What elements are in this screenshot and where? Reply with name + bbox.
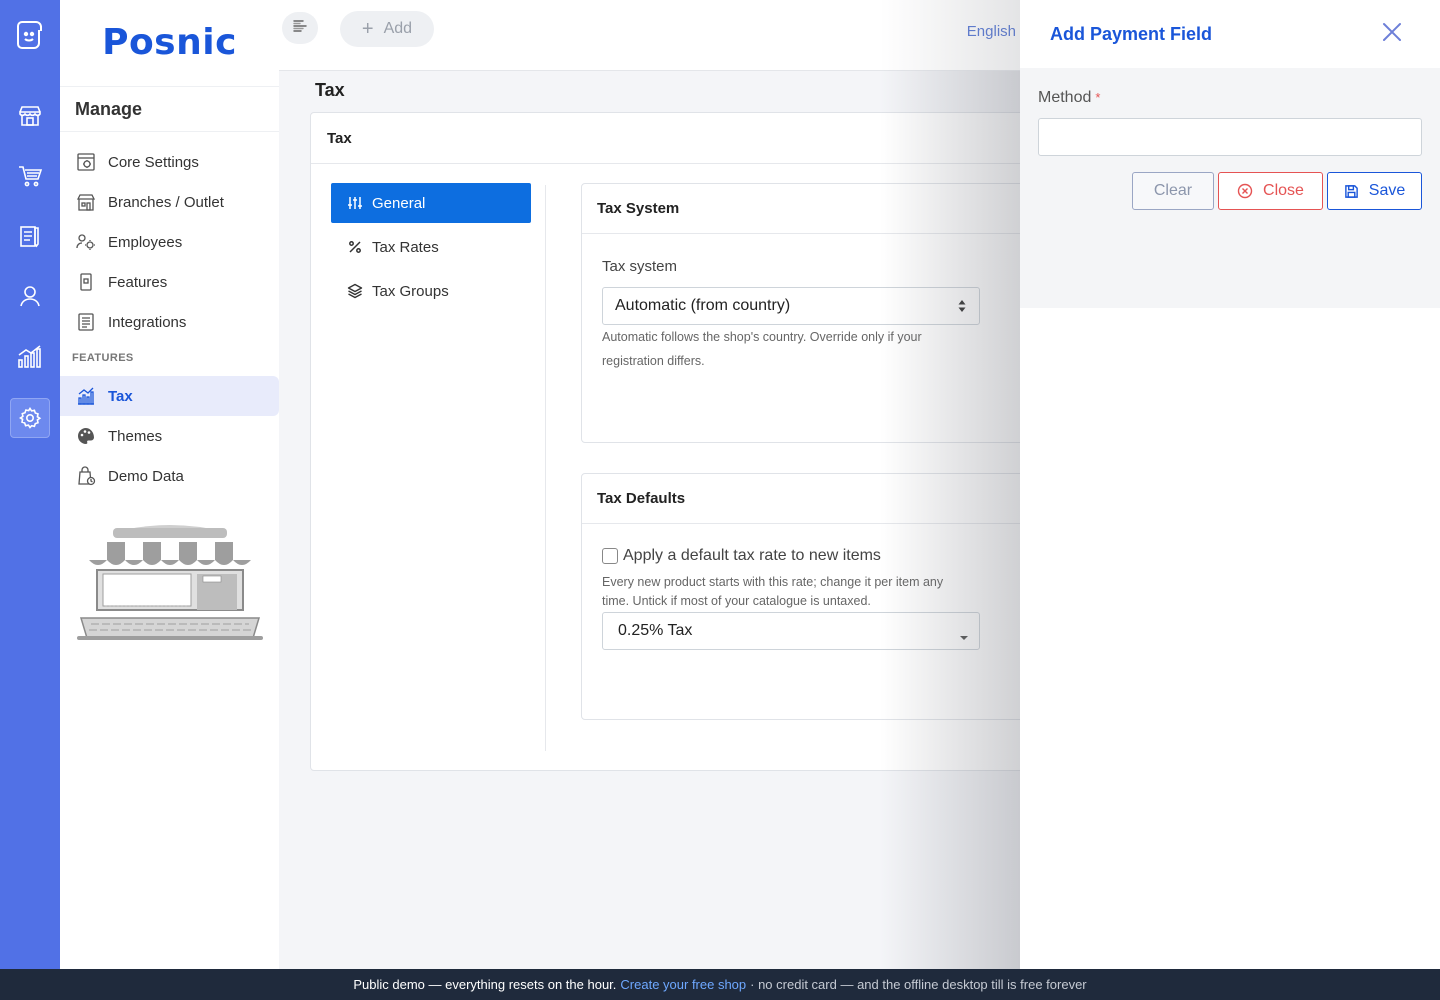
tax-system-card: Tax System Tax system Automatic (from co…: [581, 183, 1061, 443]
footer-tail-text: · no credit card — and the offline deskt…: [750, 977, 1087, 992]
menu-item-tax[interactable]: Tax: [60, 376, 279, 416]
menu-item-label: Features: [108, 273, 168, 291]
menu-item-themes[interactable]: Themes: [60, 416, 279, 456]
menu-lines-icon: [291, 17, 309, 40]
save-button[interactable]: Save: [1327, 172, 1422, 210]
tab-tax-rates[interactable]: Tax Rates: [331, 227, 531, 267]
save-button-label: Save: [1368, 182, 1406, 199]
sliders-icon: [347, 195, 363, 211]
menu-item-label: Employees: [108, 233, 183, 251]
tab-label: Tax Groups: [372, 282, 449, 300]
tax-defaults-card: Tax Defaults Apply a default tax rate to…: [581, 473, 1061, 720]
tax-system-select[interactable]: Automatic (from country): [602, 287, 980, 325]
close-icon[interactable]: [1380, 20, 1404, 44]
shop-illustration: [75, 514, 265, 649]
default-tax-rate-selected: 0.25% Tax: [618, 622, 693, 639]
tax-defaults-title: Tax Defaults: [582, 474, 1060, 524]
sidebar-toggle-button[interactable]: [282, 12, 318, 44]
drawer-header: Add Payment Field: [1020, 0, 1440, 68]
clear-button-label: Clear: [1153, 182, 1193, 199]
layers-icon: [347, 283, 363, 299]
tax-defaults-help: Every new product starts with this rate;…: [602, 575, 944, 608]
palette-icon: [75, 425, 97, 447]
default-tax-checkbox[interactable]: [602, 548, 618, 564]
menu-item-branches[interactable]: Branches / Outlet: [60, 182, 279, 222]
settings-menu: Posnic Manage Core Settings Branches / O…: [60, 0, 279, 969]
core-settings-icon: [75, 151, 97, 173]
clear-button[interactable]: Clear: [1132, 172, 1214, 210]
tax-system-title: Tax System: [582, 184, 1060, 234]
drawer-title: Add Payment Field: [1050, 23, 1213, 44]
page-title: Tax: [315, 80, 345, 100]
add-button[interactable]: + Add: [340, 11, 434, 47]
tax-system-selected: Automatic (from country): [615, 297, 791, 314]
chart-icon[interactable]: [10, 336, 50, 376]
close-button-label: Close: [1263, 182, 1304, 199]
floppy-disk-icon: [1344, 184, 1359, 199]
close-button[interactable]: Close: [1218, 172, 1323, 210]
clipboard-icon[interactable]: [10, 216, 50, 256]
menu-item-label: Branches / Outlet: [108, 193, 224, 211]
demo-footer-banner: Public demo — everything resets on the h…: [0, 969, 1440, 1000]
tax-section-nav: General Tax Rates Tax Groups: [331, 183, 531, 315]
top-bar: + Add English: [279, 0, 1020, 71]
tax-system-help: Automatic follows the shop's country. Ov…: [602, 330, 922, 368]
menu-item-employees[interactable]: Employees: [60, 222, 279, 262]
tax-icon: [75, 385, 97, 407]
plus-icon: +: [361, 18, 374, 40]
menu-heading-text: Manage: [75, 98, 143, 119]
tab-label: Tax Rates: [372, 238, 439, 256]
menu-item-label: Tax: [108, 387, 133, 405]
store-icon[interactable]: [10, 96, 50, 136]
method-label: Method *: [1038, 89, 1100, 107]
footer-lead-text: Public demo — everything resets on the h…: [353, 977, 617, 992]
add-button-label: Add: [383, 20, 413, 37]
cart-icon[interactable]: [10, 156, 50, 196]
circle-x-icon: [1237, 183, 1253, 199]
branches-icon: [75, 191, 97, 213]
default-tax-checkbox-label: Apply a default tax rate to new items: [623, 547, 881, 564]
menu-item-demo-data[interactable]: Demo Data: [60, 456, 279, 496]
menu-item-features[interactable]: Features: [60, 262, 279, 302]
tab-general[interactable]: General: [331, 183, 531, 223]
method-input[interactable]: [1038, 118, 1422, 156]
settings-gear-icon[interactable]: [10, 398, 50, 438]
tax-system-label: Tax system: [602, 258, 678, 275]
user-icon[interactable]: [10, 276, 50, 316]
menu-item-core-settings[interactable]: Core Settings: [60, 142, 279, 182]
sort-arrows-icon: [957, 298, 967, 319]
demo-data-icon: [75, 465, 97, 487]
nav-divider: [545, 185, 546, 751]
add-payment-field-drawer: Add Payment Field Method * Clear Close Sa…: [1020, 0, 1440, 969]
default-tax-checkbox-row[interactable]: Apply a default tax rate to new items: [602, 547, 881, 565]
features-icon: [75, 271, 97, 293]
menu-item-label: Integrations: [108, 313, 187, 331]
integrations-icon: [75, 311, 97, 333]
icon-rail: [0, 0, 60, 969]
app-logo-icon[interactable]: [0, 0, 60, 68]
language-selector[interactable]: English: [967, 23, 1016, 40]
tab-tax-groups[interactable]: Tax Groups: [331, 271, 531, 311]
tax-card-title: Tax: [311, 113, 1069, 164]
menu-item-label: Demo Data: [108, 467, 184, 485]
tab-label: General: [372, 194, 426, 212]
percent-icon: [347, 240, 363, 254]
create-shop-link[interactable]: Create your free shop: [620, 977, 746, 992]
menu-item-label: Themes: [108, 427, 163, 445]
brand-name: Posnic: [102, 21, 237, 63]
employees-icon: [75, 231, 97, 253]
default-tax-rate-select[interactable]: 0.25% Tax: [602, 612, 980, 650]
method-label-text: Method: [1038, 89, 1092, 106]
caret-down-icon: [959, 628, 969, 646]
drawer-form: Method * Clear Close Save: [1020, 68, 1440, 308]
required-mark: *: [1095, 90, 1101, 105]
menu-item-label: Core Settings: [108, 153, 199, 171]
menu-heading: Manage: [60, 86, 279, 132]
menu-item-integrations[interactable]: Integrations: [60, 302, 279, 342]
brand-logo[interactable]: Posnic: [60, 0, 279, 84]
menu-section-label: FEATURES: [72, 352, 134, 364]
